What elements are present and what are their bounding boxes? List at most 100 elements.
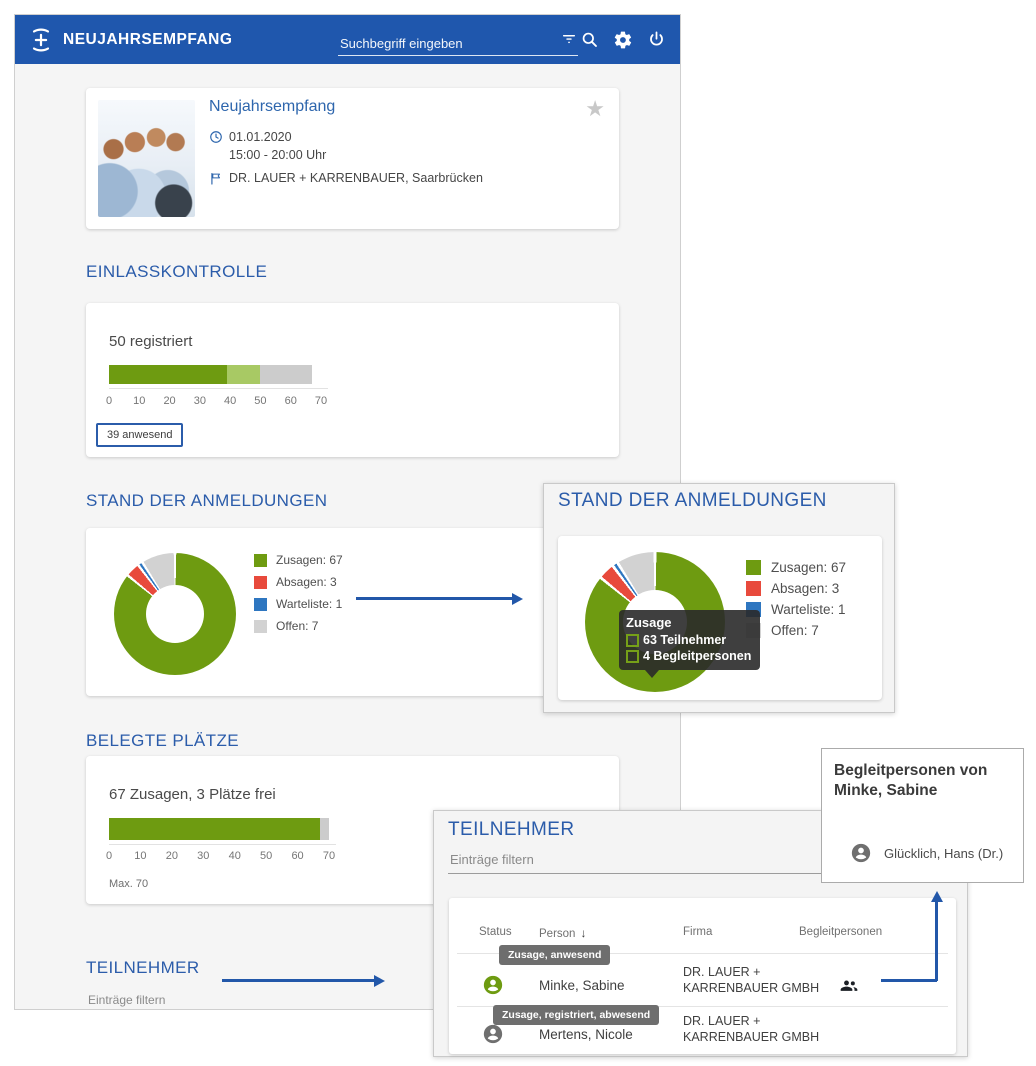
anmeldungen-donut-chart[interactable]	[114, 553, 236, 675]
status-person-icon-green[interactable]	[482, 974, 504, 1001]
legend-label: Zusagen: 67	[771, 560, 847, 575]
event-time: 15:00 - 20:00 Uhr	[229, 148, 327, 162]
power-icon[interactable]	[647, 30, 666, 49]
table-cell-person[interactable]: Mertens, Nicole	[539, 1027, 633, 1042]
legend-label: Absagen: 3	[771, 581, 840, 596]
event-date-row: 01.01.2020	[209, 130, 292, 147]
clock-icon	[209, 130, 223, 147]
companions-icon[interactable]	[839, 976, 859, 1001]
event-title[interactable]: Neujahrsempfang	[209, 98, 335, 116]
tick-label: 40	[228, 850, 241, 862]
column-header-begleitpersonen[interactable]: Begleitpersonen	[799, 926, 882, 938]
tick-label: 10	[134, 850, 147, 862]
donut-tooltip: Zusage 63 Teilnehmer 4 Begleitpersonen	[619, 610, 761, 678]
x-axis-ticks: 0 10 20 30 40 50 60 70	[105, 850, 335, 864]
legend-item: Absagen: 3	[254, 575, 343, 589]
event-photo	[98, 100, 195, 217]
table-cell-firma: DR. LAUER + KARRENBAUER GMBH	[683, 964, 819, 996]
legend-label: Absagen: 3	[276, 575, 337, 589]
sort-desc-icon: ↓	[580, 926, 587, 940]
event-location: DR. LAUER + KARRENBAUER, Saarbrücken	[229, 171, 483, 185]
column-header-person[interactable]: Person ↓	[539, 926, 586, 940]
legend-item: Zusagen: 67	[254, 553, 343, 567]
table-cell-person[interactable]: Minke, Sabine	[539, 978, 625, 993]
legend-item: Zusagen: 67	[746, 560, 846, 575]
section-belegte-plaetze: BELEGTE PLÄTZE	[86, 731, 239, 750]
event-card[interactable]: Neujahrsempfang 01.01.2020 15:00 - 20:00…	[86, 88, 619, 229]
einlass-card: 50 registriert 0 10 20 30 40 50 60 70 39…	[86, 303, 619, 457]
x-axis	[109, 844, 336, 845]
tick-label: 70	[314, 395, 328, 407]
legend-item: Warteliste: 1	[254, 597, 343, 611]
arrow-line	[935, 900, 938, 981]
registered-label: 50 registriert	[109, 333, 193, 350]
header-actions	[580, 15, 666, 64]
tick-label: 50	[254, 395, 267, 407]
anmeldungen-card: Zusagen: 67 Absagen: 3 Warteliste: 1 Off…	[86, 528, 619, 696]
person-icon	[850, 842, 872, 869]
column-header-status[interactable]: Status	[479, 926, 512, 938]
favorite-star-icon[interactable]: ★	[585, 96, 605, 122]
tick-label: 30	[193, 395, 206, 407]
annotation-arrow-anmeldungen	[356, 592, 523, 605]
app-logo-icon[interactable]	[28, 27, 54, 58]
legend-label: Warteliste: 1	[771, 602, 846, 617]
x-axis	[109, 388, 328, 389]
tooltip-square-icon	[626, 633, 639, 647]
tooltip-text: 4 Begleitpersonen	[643, 649, 752, 663]
annotation-arrow-teilnehmer	[222, 974, 385, 987]
popup-title: Begleitpersonen von Minke, Sabine	[834, 761, 987, 801]
column-label: Person	[539, 928, 576, 940]
donut-legend: Zusagen: 67 Absagen: 3 Warteliste: 1 Off…	[254, 553, 343, 633]
einlass-stacked-bar[interactable]	[109, 365, 321, 384]
annotation-arrow-begleitpersonen	[881, 891, 943, 984]
firma-line: DR. LAUER +	[683, 1014, 761, 1028]
gear-icon[interactable]	[613, 30, 633, 50]
firma-line: KARRENBAUER GMBH	[683, 1030, 820, 1044]
entries-filter-input[interactable]	[86, 992, 290, 1008]
search-icon[interactable]	[580, 30, 599, 49]
legend-item: Absagen: 3	[746, 581, 846, 596]
tooltip-square-icon	[626, 649, 639, 663]
tick-label: 0	[105, 395, 113, 407]
section-anmeldungen: STAND DER ANMELDUNGEN	[86, 491, 328, 510]
tick-label: 0	[105, 850, 113, 862]
popup-anmeldungen-card: Zusage 63 Teilnehmer 4 Begleitpersonen Z…	[558, 536, 882, 700]
status-person-icon-gray[interactable]	[482, 1023, 504, 1050]
donut-hole	[146, 585, 204, 643]
legend-swatch-warteliste	[254, 597, 267, 611]
belegte-stacked-bar[interactable]	[109, 818, 329, 840]
bar-segment-registriert[interactable]	[227, 365, 261, 384]
filter-list-icon[interactable]	[560, 31, 578, 52]
teilnehmer-table-card: Status Person ↓ Firma Begleitpersonen Zus…	[449, 898, 956, 1054]
arrow-head	[930, 891, 943, 902]
column-header-firma[interactable]: Firma	[683, 926, 712, 938]
popup-title-line: Minke, Sabine	[834, 782, 938, 799]
app-title: NEUJAHRSEMPFANG	[63, 31, 233, 48]
bar-segment-zusagen[interactable]	[109, 818, 320, 840]
search-input[interactable]	[338, 35, 552, 52]
event-date: 01.01.2020	[229, 130, 292, 144]
tooltip-line: 63 Teilnehmer	[626, 632, 751, 648]
companion-name: Glücklich, Hans (Dr.)	[884, 846, 1004, 861]
legend-swatch-absagen	[746, 581, 761, 596]
tick-label: 60	[291, 850, 304, 862]
legend-swatch-zusagen	[254, 553, 267, 567]
screen: NEUJAHRSEMPFANG Ne	[0, 0, 1036, 1066]
flag-icon	[209, 171, 223, 189]
begleitpersonen-popup: Begleitpersonen von Minke, Sabine Glückl…	[821, 748, 1024, 883]
anwesend-badge: 39 anwesend	[96, 423, 184, 447]
search-field[interactable]	[338, 25, 578, 56]
popup-anmeldungen-heading: STAND DER ANMELDUNGEN	[558, 490, 827, 511]
bar-segment-zusagen[interactable]	[260, 365, 312, 384]
bar-segment-frei[interactable]	[319, 818, 329, 840]
status-tooltip: Zusage, anwesend	[499, 945, 611, 965]
legend-label: Zusagen: 67	[276, 553, 343, 567]
x-axis-ticks: 0 10 20 30 40 50 60 70	[105, 395, 327, 409]
tooltip-text: 63 Teilnehmer	[643, 633, 727, 647]
tick-label: 50	[260, 850, 273, 862]
legend-swatch-offen	[254, 619, 267, 633]
section-einlasskontrolle: EINLASSKONTROLLE	[86, 262, 268, 281]
bar-segment-anwesend[interactable]	[109, 365, 228, 384]
tick-label: 60	[284, 395, 297, 407]
